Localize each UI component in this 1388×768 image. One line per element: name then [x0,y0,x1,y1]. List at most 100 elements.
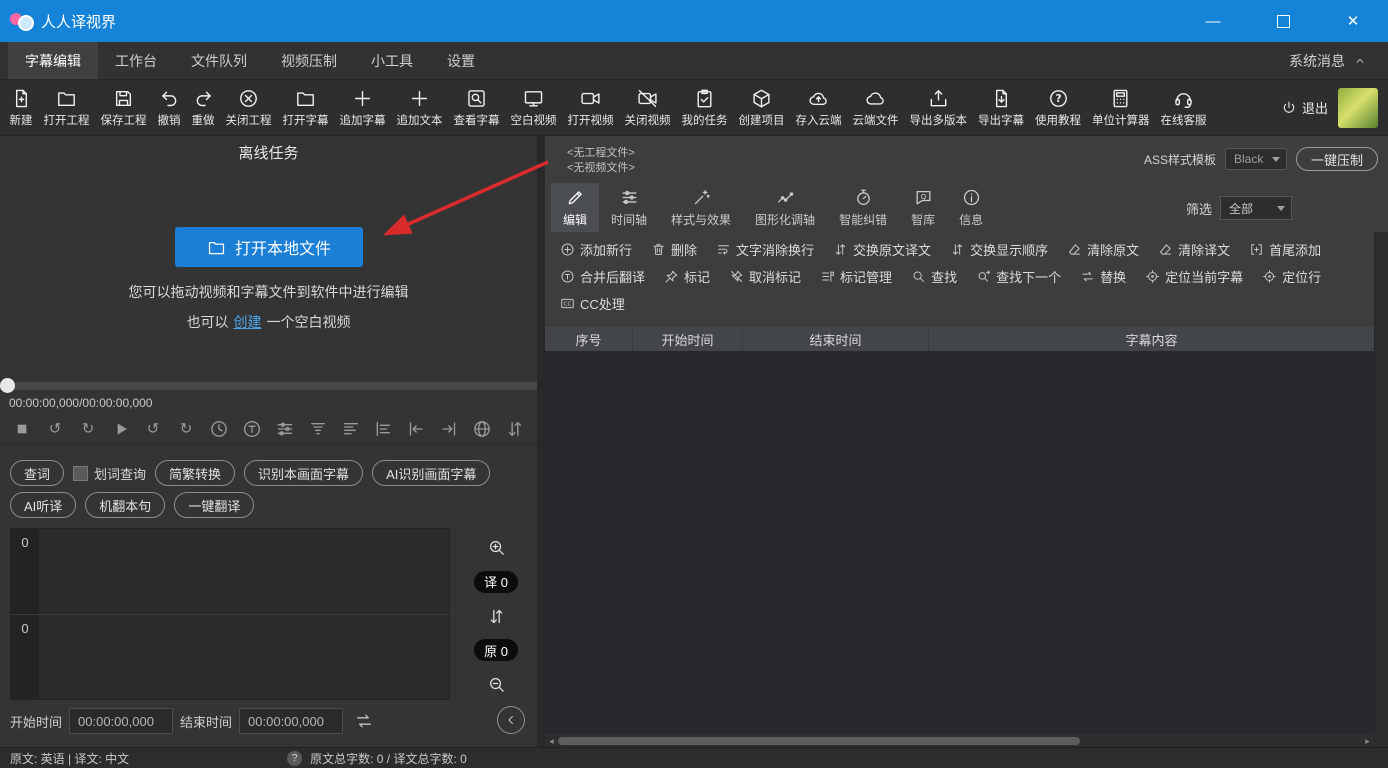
toolbar-button[interactable]: 保存工程 [95,80,152,135]
globe-icon[interactable] [472,419,492,439]
edit-action-button[interactable]: 查找下一个 [976,267,1061,286]
user-avatar[interactable] [1338,88,1378,128]
workspace-tab[interactable]: 时间轴 [599,183,659,232]
tool-pill-button[interactable]: AI听译 [10,492,76,518]
toolbar-button[interactable]: 云端文件 [847,80,904,135]
close-button[interactable]: ✕ [1318,0,1388,42]
toolbar-button[interactable]: 我的任务 [676,80,733,135]
loop-right-icon[interactable]: ↻ [78,419,98,439]
tool-pill-button[interactable]: AI识别画面字幕 [372,460,490,486]
toolbar-button[interactable]: 空白视频 [505,80,562,135]
ass-template-select[interactable]: Black [1225,148,1287,170]
zoom-in-icon[interactable] [487,538,506,557]
playback-progress-bar[interactable] [0,382,537,390]
tool-pill-button[interactable]: 一键翻译 [174,492,254,518]
tool-pill-button[interactable]: 机翻本句 [85,492,165,518]
loop-right-icon[interactable]: ↻ [176,419,196,439]
clock-icon[interactable] [209,419,229,439]
workspace-tab[interactable]: 编辑 [551,183,599,232]
toolbar-button[interactable]: 导出字幕 [973,80,1030,135]
panel-splitter[interactable] [537,136,545,748]
word-lookup-button[interactable]: 查词 [10,460,64,486]
edit-action-button[interactable]: CC CC处理 [560,294,625,313]
swap-times-icon[interactable] [354,711,374,731]
toolbar-button[interactable]: 追加字幕 [334,80,391,135]
maximize-button[interactable] [1248,0,1318,42]
to-start-icon[interactable] [406,419,426,439]
workspace-tab[interactable]: 信息 [947,183,995,232]
menu-tab[interactable]: 设置 [430,42,492,79]
horizontal-scrollbar[interactable]: ◂ ▸ [545,734,1374,748]
workspace-tab[interactable]: 图形化调轴 [743,183,827,232]
edit-action-button[interactable]: 文字消除换行 [716,240,814,259]
swap-v-icon[interactable] [505,419,525,439]
scroll-left-arrow[interactable]: ◂ [545,736,558,747]
toolbar-button[interactable]: 单位计算器 [1087,80,1156,135]
collapse-panel-button[interactable] [497,706,525,734]
progress-handle[interactable] [0,378,15,393]
system-message-button[interactable]: 系统消息 [1289,42,1366,79]
create-link[interactable]: 创建 [234,314,262,330]
toolbar-button[interactable]: 在线客服 [1155,80,1212,135]
edit-action-button[interactable]: 查找 [911,267,957,286]
swap-source-target-icon[interactable] [487,607,506,626]
toolbar-button[interactable]: ? 使用教程 [1030,80,1087,135]
tool-pill-button[interactable]: 简繁转换 [155,460,235,486]
edit-action-button[interactable]: 标记 [664,267,710,286]
help-icon[interactable]: ? [287,751,302,766]
edit-action-button[interactable]: 交换原文译文 [833,240,931,259]
align-mid-icon[interactable] [341,419,361,439]
workspace-tab[interactable]: 样式与效果 [659,183,743,232]
menu-tab[interactable]: 视频压制 [264,42,354,79]
zoom-out-icon[interactable] [487,675,506,694]
loop-left-icon[interactable]: ↺ [45,419,65,439]
minimize-button[interactable]: — [1178,0,1248,42]
toolbar-button[interactable]: 新建 [4,80,38,135]
start-time-input[interactable] [69,708,173,734]
menu-tab[interactable]: 工作台 [98,42,174,79]
toolbar-button[interactable]: 导出多版本 [904,80,973,135]
open-local-file-button[interactable]: 打开本地文件 [175,227,363,267]
loop-left-icon[interactable]: ↺ [143,419,163,439]
edit-action-button[interactable]: 标记管理 [820,267,892,286]
toolbar-button[interactable]: 打开字幕 [277,80,334,135]
toolbar-button[interactable]: 查看字幕 [448,80,505,135]
translation-text-area[interactable] [39,529,449,614]
filter-select[interactable]: 全部 [1220,196,1292,220]
edit-action-button[interactable]: 取消标记 [729,267,801,286]
toolbar-button[interactable]: 重做 [186,80,220,135]
workspace-tab[interactable]: Q 智库 [899,183,947,232]
end-time-input[interactable] [239,708,343,734]
toolbar-button[interactable]: 创建项目 [733,80,790,135]
align-top-icon[interactable] [308,419,328,439]
align-left-icon[interactable] [373,419,393,439]
scrollbar-thumb[interactable] [558,737,1080,745]
vertical-scrollbar[interactable] [1374,232,1388,748]
edit-action-button[interactable]: 首尾添加 [1249,240,1321,259]
toolbar-button[interactable]: 打开视频 [562,80,619,135]
edit-action-button[interactable]: 替换 [1080,267,1126,286]
edit-action-button[interactable]: 删除 [651,240,697,259]
menu-tab[interactable]: 字幕编辑 [8,42,98,79]
edit-action-button[interactable]: 添加新行 [560,240,632,259]
render-button[interactable]: 一键压制 [1296,147,1378,171]
logout-button[interactable]: 退出 [1281,98,1328,117]
subtitle-table-body[interactable] [545,351,1374,734]
sliders-icon[interactable] [275,419,295,439]
toolbar-button[interactable]: 追加文本 [391,80,448,135]
stop-icon[interactable] [12,419,32,439]
source-text-area[interactable] [39,615,449,700]
tool-pill-button[interactable]: 识别本画面字幕 [244,460,363,486]
edit-action-button[interactable]: 合并后翻译 [560,267,645,286]
text-t-icon[interactable] [242,419,262,439]
toolbar-button[interactable]: 关闭视频 [619,80,676,135]
scroll-right-arrow[interactable]: ▸ [1361,736,1374,747]
toolbar-button[interactable]: 存入云端 [790,80,847,135]
toolbar-button[interactable]: 撤销 [152,80,186,135]
play-icon[interactable] [111,419,131,439]
inline-lookup-checkbox[interactable] [73,466,88,481]
edit-action-button[interactable]: 清除原文 [1067,240,1139,259]
menu-tab[interactable]: 小工具 [354,42,430,79]
edit-action-button[interactable]: 定位行 [1262,267,1321,286]
toolbar-button[interactable]: 打开工程 [38,80,95,135]
